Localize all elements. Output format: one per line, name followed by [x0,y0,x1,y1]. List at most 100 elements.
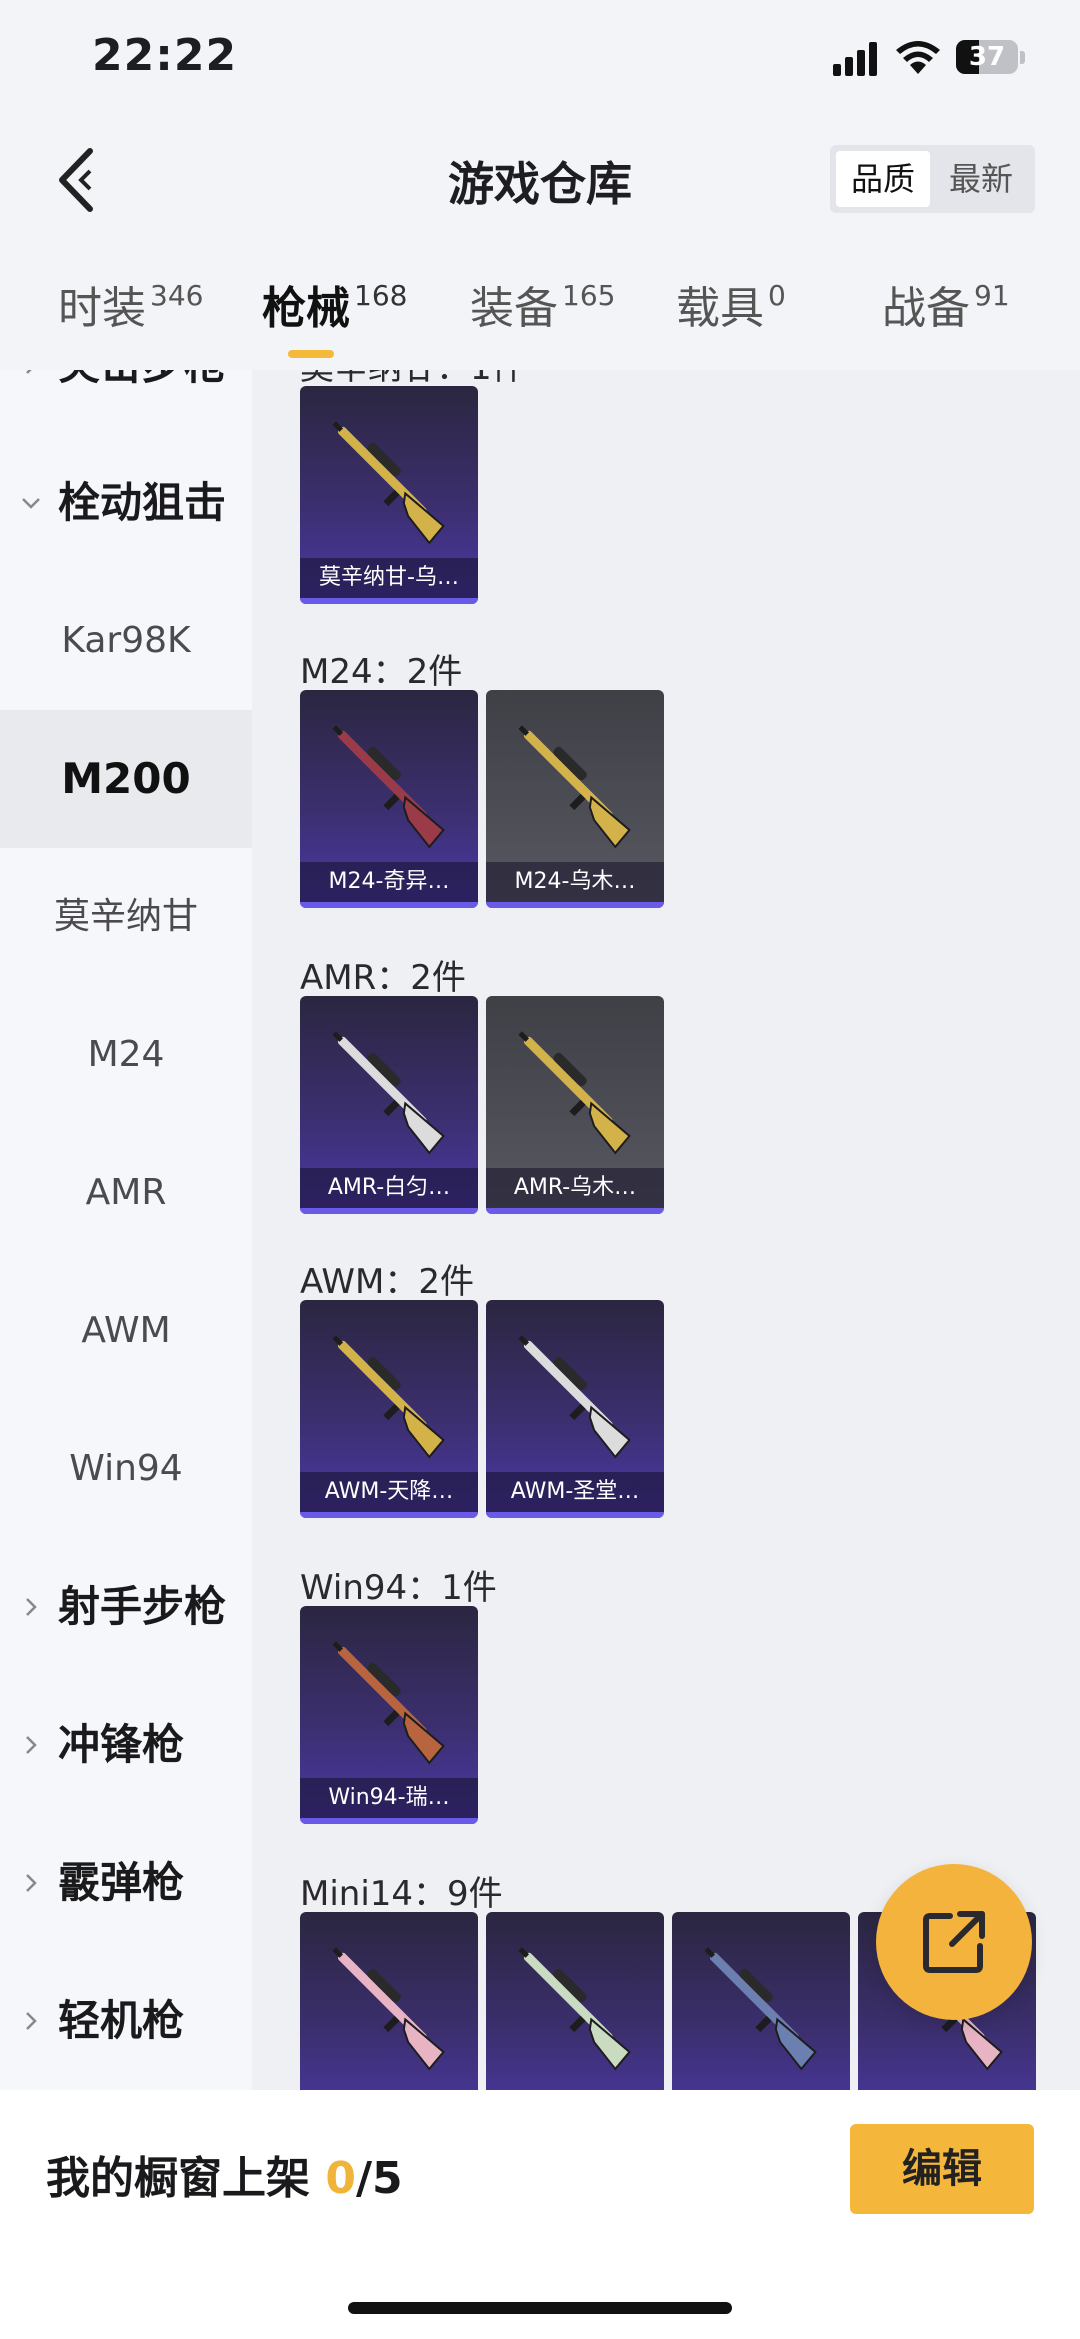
sort-newest-button[interactable]: 最新 [934,151,1028,207]
rifle-icon [704,1947,817,2071]
skin-card[interactable] [672,1912,850,2090]
section-label: Mini14：9件 [300,1874,503,1914]
quality-bar [486,902,664,908]
sidebar-item-label: Win94 [69,1448,183,1489]
cellular-signal-icon [833,42,877,76]
battery-icon: 37 [956,40,1028,76]
skin-card[interactable]: AWM-天降… [300,1300,478,1518]
skin-name: M24-乌木… [486,862,664,902]
skin-name: Win94-瑞… [300,1778,478,1818]
battery-level: 37 [968,42,1006,72]
showcase-total-count: /5 [355,2153,403,2204]
showcase-current-count: 0 [325,2153,356,2204]
sidebar-item[interactable]: Win94 [0,1400,252,1538]
skin-card[interactable] [486,1912,664,2090]
rifle-icon [518,1031,631,1155]
sidebar-item-label: 冲锋枪 [58,1720,185,1769]
chevron-right-icon [26,370,32,374]
edit-button[interactable]: 编辑 [850,2124,1034,2214]
tab-count: 346 [150,279,204,312]
skin-name: M24-奇异… [300,862,478,902]
sidebar-group[interactable]: 突击步枪 [0,370,252,434]
sidebar-group[interactable]: 轻机枪 [0,1952,252,2090]
rifle-icon [332,725,445,849]
sidebar-item-label: 突击步枪 [58,370,226,389]
chevron-down-icon [22,498,40,509]
item-grid[interactable]: 莫辛纳甘：1件莫辛纳甘-乌…M24：2件M24-奇异…M24-乌木…AMR：2件… [252,370,1080,2090]
share-button[interactable] [876,1864,1032,2020]
tab-guns[interactable]: 枪械 168 [262,272,407,342]
sidebar-item[interactable]: M24 [0,986,252,1124]
skin-card[interactable] [300,1912,478,2090]
tab-gear[interactable]: 装备 165 [470,272,615,342]
quality-bar [300,1512,478,1518]
chevron-right-icon [26,1874,37,1892]
sort-segmented-control: 品质 最新 [830,145,1035,213]
section-label: Win94：1件 [300,1568,497,1608]
rifle-icon [332,1031,445,1155]
sidebar-item-label: 莫辛纳甘 [53,896,198,937]
quality-bar [486,1208,664,1214]
rifle-icon [332,421,445,545]
section-label: M24：2件 [300,652,463,692]
chevron-right-icon [26,2012,37,2030]
active-tab-indicator [288,350,334,358]
sidebar-item-label: Kar98K [61,620,191,661]
share-external-icon [923,1911,985,1973]
sidebar-item-label: M200 [61,754,191,803]
rifle-icon [518,1947,631,2071]
sidebar-item-label: 栓动狙击 [58,478,227,527]
tab-count: 165 [562,279,616,312]
skin-card[interactable]: AMR-乌木… [486,996,664,1214]
sidebar-group[interactable]: 霰弹枪 [0,1814,252,1952]
quality-bar [300,902,478,908]
status-bar: 22:22 37 [0,0,1080,120]
sidebar-item-label: AWM [81,1310,171,1351]
skin-name: AMR-白匀… [300,1168,478,1208]
tab-count: 168 [354,279,408,312]
rifle-icon [332,1641,445,1765]
showcase-label: 我的橱窗上架 0/5 [46,2153,403,2204]
chevron-right-icon [26,1736,37,1754]
skin-name: AWM-天降… [300,1472,478,1512]
skin-name: AMR-乌木… [486,1168,664,1208]
tab-fashion[interactable]: 时装 346 [58,272,203,342]
quality-bar [300,1208,478,1214]
sidebar-item[interactable]: AMR [0,1124,252,1262]
quality-bar [486,1512,664,1518]
tab-count: 91 [974,279,1010,312]
rifle-icon [518,725,631,849]
wifi-icon [896,41,940,74]
sidebar-item[interactable]: AWM [0,1262,252,1400]
category-sidebar[interactable]: 突击步枪栓动狙击 Kar98K M200 莫辛纳甘 M24 AMR AWM Win94 射手步枪… [0,370,252,2090]
rifle-icon [332,1947,445,2071]
quality-bar [300,598,478,604]
skin-name: 莫辛纳甘-乌… [300,558,478,598]
sidebar-item[interactable]: 莫辛纳甘 [0,848,252,986]
sidebar-item-label: AMR [85,1172,167,1213]
home-indicator [348,2302,732,2314]
section-label: AMR：2件 [300,958,466,998]
tab-vehicles[interactable]: 载具 0 [676,272,786,342]
skin-card[interactable]: M24-乌木… [486,690,664,908]
sidebar-item[interactable]: Kar98K [0,572,252,710]
quality-bar [300,1818,478,1824]
rifle-icon [332,1335,445,1459]
showcase-bar: 我的橱窗上架 0/5 编辑 [0,2090,1080,2339]
skin-card[interactable]: Win94-瑞… [300,1606,478,1824]
sidebar-item-label: 射手步枪 [58,1582,227,1631]
skin-card[interactable]: AMR-白匀… [300,996,478,1214]
section-label: AWM：2件 [300,1262,474,1302]
tab-supplies[interactable]: 战备 91 [882,272,1010,342]
sidebar-group[interactable]: 射手步枪 [0,1538,252,1676]
skin-card[interactable]: AWM-圣堂… [486,1300,664,1518]
rifle-icon [518,1335,631,1459]
sidebar-item-label: 轻机枪 [58,1996,185,2045]
skin-card[interactable]: 莫辛纳甘-乌… [300,386,478,604]
sidebar-item-label: M24 [87,1034,165,1075]
sidebar-item[interactable]: M200 [0,710,252,848]
skin-card[interactable]: M24-奇异… [300,690,478,908]
sort-quality-button[interactable]: 品质 [836,151,930,207]
sidebar-group[interactable]: 栓动狙击 [0,434,252,572]
sidebar-group[interactable]: 冲锋枪 [0,1676,252,1814]
